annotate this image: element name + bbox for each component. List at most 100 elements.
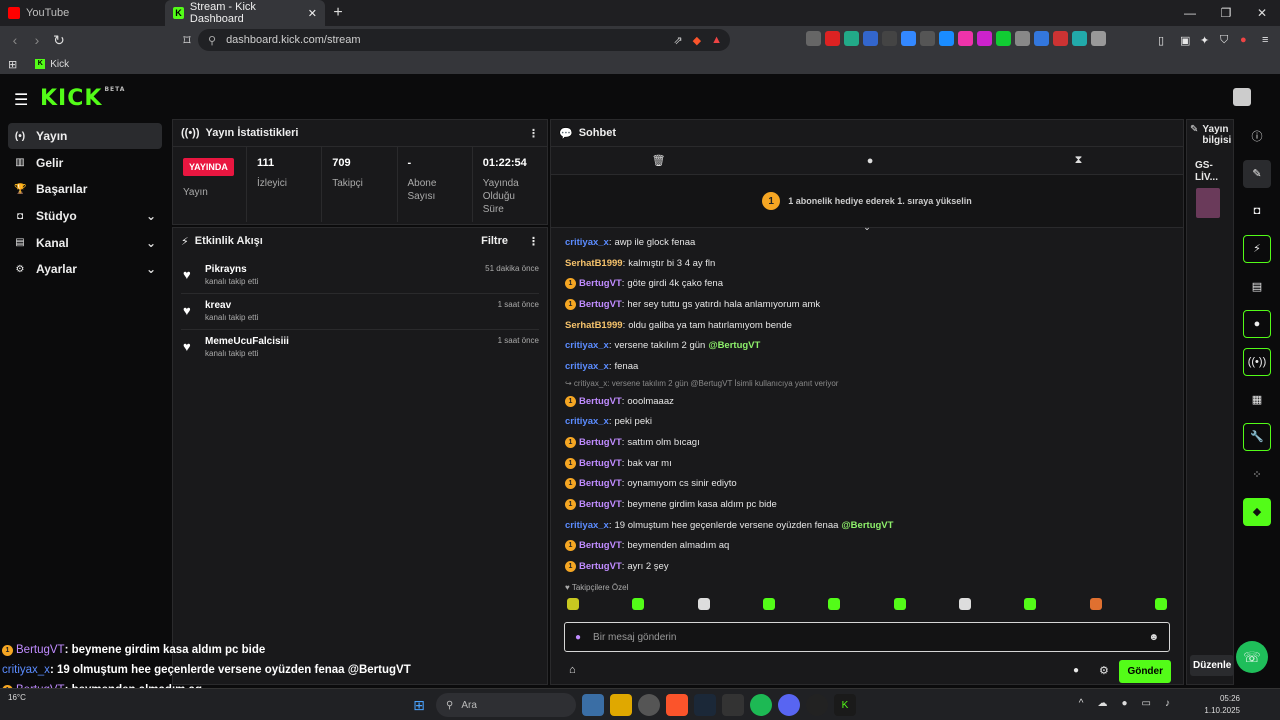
minimize-icon[interactable]: — xyxy=(1172,0,1208,26)
chat-username[interactable]: BertugVT xyxy=(579,458,622,469)
chat-message[interactable]: critiyax_x: 19 olmuştum hee geçenlerde v… xyxy=(565,515,1169,536)
edit-button[interactable]: Düzenle xyxy=(1190,655,1235,676)
chat-message[interactable]: critiyax_x: versene takılım 2 gün @Bertug… xyxy=(565,335,1169,356)
new-tab-button[interactable]: + xyxy=(325,0,351,26)
discord-icon[interactable] xyxy=(778,694,800,716)
emote-icon[interactable] xyxy=(1089,598,1102,610)
chat-message[interactable]: SerhatB1999: kalmıştır bi 3 4 ay fln xyxy=(565,253,1169,274)
emoji-icon[interactable]: ☻ xyxy=(1148,632,1159,643)
extension-icon[interactable] xyxy=(863,31,878,46)
chat-username[interactable]: BertugVT xyxy=(579,299,622,310)
bookmark-kick[interactable]: K Kick xyxy=(35,59,69,70)
extension-icon[interactable] xyxy=(1053,31,1068,46)
support-button[interactable]: ☏ xyxy=(1236,641,1268,673)
clock[interactable]: 05:26 1.10.2025 xyxy=(1204,693,1240,717)
bookmark-icon[interactable]: ⌑ xyxy=(176,32,198,49)
category-thumbnail[interactable] xyxy=(1196,188,1220,218)
follower-name[interactable]: kreav xyxy=(205,300,539,311)
back-icon[interactable]: ‹ xyxy=(4,32,26,48)
extension-icon[interactable] xyxy=(920,31,935,46)
emote-icon[interactable] xyxy=(762,598,775,610)
chat-message[interactable]: 1 BertugVT: oynamıyom cs sinir ediyto xyxy=(565,474,1169,495)
chat-message[interactable]: critiyax_x: peki peki xyxy=(565,412,1169,433)
apps-icon[interactable]: ⊞ xyxy=(8,58,17,71)
extension-icon[interactable] xyxy=(882,31,897,46)
tab-kick-dashboard[interactable]: K Stream - Kick Dashboard ✕ xyxy=(165,0,325,26)
extension-icon[interactable] xyxy=(1091,31,1106,46)
chat-username[interactable]: BertugVT xyxy=(579,478,622,489)
url-field[interactable]: ⚲ dashboard.kick.com/stream ⇗ ◆ ▲ xyxy=(198,29,730,51)
hamburger-menu-icon[interactable]: ☰ xyxy=(14,90,28,110)
maximize-icon[interactable]: ❐ xyxy=(1208,0,1244,26)
pinned-gift-banner[interactable]: 1 1 abonelik hediye ederek 1. sıraya yük… xyxy=(551,174,1183,228)
weather-widget[interactable]: 16°C xyxy=(8,693,26,703)
chat-username[interactable]: BertugVT xyxy=(579,540,622,551)
chat-message[interactable]: 1 BertugVT: her sey tuttu gs yatırdı hala… xyxy=(565,294,1169,315)
obs-icon[interactable] xyxy=(806,694,828,716)
extension-icon[interactable] xyxy=(939,31,954,46)
wrench-icon[interactable]: 🔧 xyxy=(1243,422,1271,451)
chat-message[interactable]: SerhatB1999: oldu galiba ya tam hatırlam… xyxy=(565,315,1169,336)
sidebar-item-ayarlar[interactable]: ⚙ Ayarlar ⌄ xyxy=(8,256,162,282)
trash-icon[interactable]: 🗑 xyxy=(652,154,666,167)
emote-icon[interactable] xyxy=(958,598,971,610)
chat-icon[interactable]: ● xyxy=(1243,309,1271,338)
settings-icon[interactable]: ⚙ xyxy=(1099,664,1109,677)
sidebar-item-kanal[interactable]: ▤ Kanal ⌄ xyxy=(8,230,162,256)
epic-games-icon[interactable] xyxy=(722,694,744,716)
chat-mention[interactable]: @BertugVT xyxy=(708,340,760,351)
extension-icon[interactable] xyxy=(806,31,821,46)
close-window-icon[interactable]: ✕ xyxy=(1244,0,1280,26)
network-icon[interactable]: ▭ xyxy=(1142,698,1151,709)
site-info-icon[interactable]: ⚲ xyxy=(208,34,216,47)
extension-icon[interactable] xyxy=(977,31,992,46)
leo-icon[interactable]: ✦ xyxy=(1200,34,1209,47)
app-icon[interactable] xyxy=(638,694,660,716)
steam-icon[interactable] xyxy=(694,694,716,716)
chevron-down-icon[interactable]: ⌄ xyxy=(146,236,156,250)
kick-logo[interactable]: KICK BETA xyxy=(40,86,125,111)
emote-icon[interactable] xyxy=(1154,598,1167,610)
sidebar-item-gelir[interactable]: ▥ Gelir xyxy=(8,150,162,176)
extension-icon[interactable] xyxy=(1034,31,1049,46)
microphone-icon[interactable]: ● xyxy=(575,632,581,643)
brave-icon[interactable] xyxy=(666,694,688,716)
reload-icon[interactable]: ↻ xyxy=(48,32,70,49)
bolt-icon[interactable]: ⚡ xyxy=(1243,234,1271,263)
clipboard-icon[interactable]: ▤ xyxy=(1243,272,1271,300)
filter-button[interactable]: Filtre xyxy=(481,235,508,247)
broadcast-icon[interactable]: ((•)) xyxy=(1243,347,1271,376)
chat-settings-bubble-icon[interactable]: ● xyxy=(1073,665,1079,676)
layout-icon[interactable]: ▦ xyxy=(1243,385,1271,413)
sidebar-item-başarılar[interactable]: 🏆 Başarılar xyxy=(8,176,162,202)
emote-icon[interactable] xyxy=(893,598,906,610)
wallet-icon[interactable]: ▣ xyxy=(1180,34,1190,47)
chat-username[interactable]: critiyax_x xyxy=(565,416,609,427)
chat-username[interactable]: BertugVT xyxy=(579,561,622,572)
extension-icon[interactable] xyxy=(958,31,973,46)
chat-username[interactable]: critiyax_x xyxy=(565,520,609,531)
extension-icon[interactable] xyxy=(996,31,1011,46)
extension-icon[interactable] xyxy=(901,31,916,46)
info-icon[interactable]: ⓘ xyxy=(1243,122,1271,150)
emote-icon[interactable] xyxy=(697,598,710,610)
emote-icon[interactable] xyxy=(1024,598,1037,610)
microphone-icon[interactable]: ● xyxy=(1122,698,1128,709)
extension-icon[interactable] xyxy=(1072,31,1087,46)
chat-username[interactable]: critiyax_x xyxy=(565,340,609,351)
camera-icon[interactable]: ◘ xyxy=(1243,197,1271,225)
emote-icon[interactable] xyxy=(632,598,645,610)
chat-username[interactable]: critiyax_x xyxy=(565,237,609,248)
chat-username[interactable]: BertugVT xyxy=(579,396,622,407)
extension-icon[interactable] xyxy=(844,31,859,46)
emote-icon[interactable] xyxy=(567,598,579,610)
vpn-icon[interactable]: ⛉ xyxy=(1220,34,1228,47)
brave-shield-icon[interactable]: ◆ xyxy=(693,34,701,47)
pencil-icon[interactable]: ✎ xyxy=(1243,159,1271,188)
chat-message[interactable]: 1 BertugVT: bak var mı xyxy=(565,453,1169,474)
more-options-icon[interactable]: ⋮ xyxy=(528,235,539,248)
brave-rewards-icon[interactable]: ▲ xyxy=(711,34,722,47)
chat-bubble-icon[interactable]: ● xyxy=(867,155,874,167)
cloud-icon[interactable]: ☁ xyxy=(1098,698,1108,709)
share-icon[interactable]: ⇗ xyxy=(673,34,682,47)
